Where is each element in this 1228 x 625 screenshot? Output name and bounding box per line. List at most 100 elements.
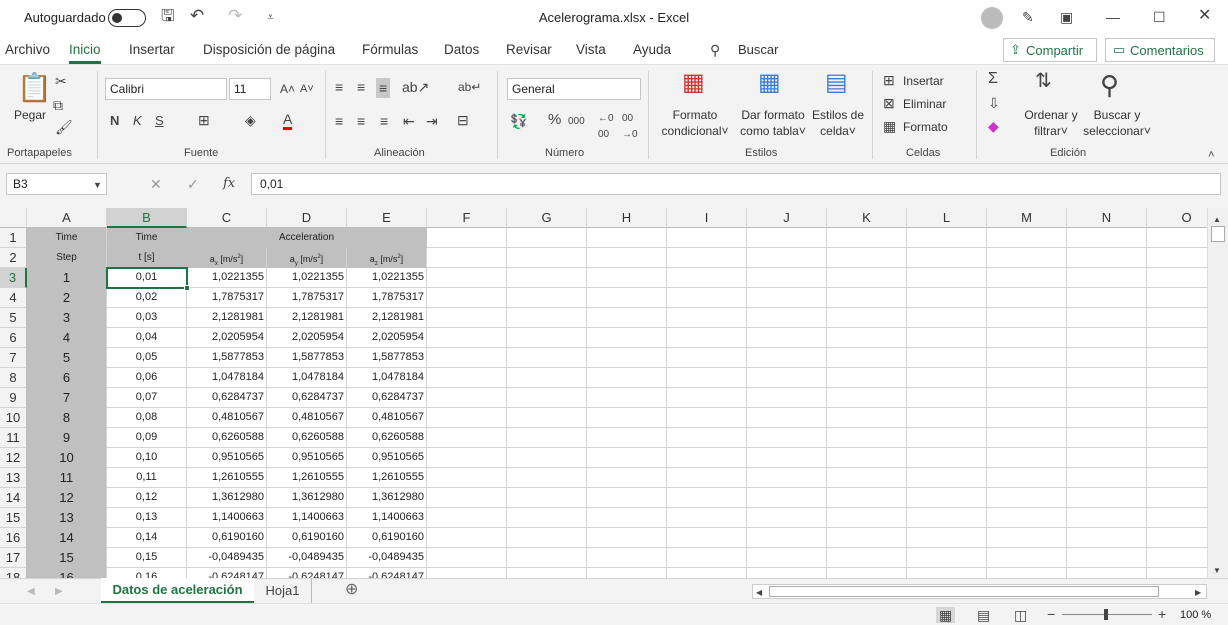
cell[interactable]: [907, 468, 987, 488]
cell[interactable]: [507, 308, 587, 328]
cell[interactable]: [587, 468, 667, 488]
cell[interactable]: [667, 428, 747, 448]
cell[interactable]: [987, 508, 1067, 528]
cell[interactable]: [1067, 508, 1147, 528]
time-cell[interactable]: 0,13: [107, 508, 187, 528]
vertical-scrollbar[interactable]: ▲ ▼: [1207, 208, 1228, 578]
column-header-d[interactable]: D: [267, 208, 347, 228]
column-header-a[interactable]: A: [27, 208, 107, 228]
acceleration-cell[interactable]: 1,3612980: [187, 488, 267, 508]
orientation-icon[interactable]: ab↗: [402, 79, 429, 95]
step-cell[interactable]: 2: [27, 288, 107, 308]
fill-handle[interactable]: [184, 285, 190, 291]
enter-icon[interactable]: ✓: [187, 176, 199, 192]
cell[interactable]: [1067, 368, 1147, 388]
wrap-text-icon[interactable]: ab↵: [458, 79, 481, 95]
cell[interactable]: [667, 528, 747, 548]
acceleration-cell[interactable]: 1,7875317: [347, 288, 427, 308]
header-cell-accel[interactable]: ax [m/s2]: [187, 248, 267, 268]
row-header-3[interactable]: 3: [0, 268, 27, 288]
format-cells-button[interactable]: Formato: [903, 119, 948, 135]
cell[interactable]: [987, 308, 1067, 328]
cell[interactable]: [587, 248, 667, 268]
format-as-table-button[interactable]: Dar formatocomo tabla˅: [735, 107, 811, 139]
time-cell[interactable]: 0,05: [107, 348, 187, 368]
acceleration-cell[interactable]: 1,5877853: [187, 348, 267, 368]
cell[interactable]: [427, 428, 507, 448]
cell[interactable]: [507, 528, 587, 548]
cell[interactable]: [827, 368, 907, 388]
step-cell[interactable]: 7: [27, 388, 107, 408]
time-cell[interactable]: 0,02: [107, 288, 187, 308]
scroll-left-icon[interactable]: ◀: [756, 585, 762, 601]
cell[interactable]: [827, 388, 907, 408]
cell[interactable]: [427, 508, 507, 528]
column-header-f[interactable]: F: [427, 208, 507, 228]
cell[interactable]: [827, 408, 907, 428]
cell[interactable]: [907, 308, 987, 328]
acceleration-cell[interactable]: 1,5877853: [347, 348, 427, 368]
cell[interactable]: [827, 328, 907, 348]
cell[interactable]: [987, 248, 1067, 268]
acceleration-cell[interactable]: 0,9510565: [267, 448, 347, 468]
cell[interactable]: [907, 288, 987, 308]
cell[interactable]: [827, 308, 907, 328]
acceleration-cell[interactable]: 0,6284737: [347, 388, 427, 408]
spreadsheet-grid[interactable]: ABCDEFGHIJKLMNO1234567891011121314151617…: [0, 208, 1207, 578]
page-break-icon[interactable]: ◫: [1014, 607, 1027, 623]
cell[interactable]: [827, 508, 907, 528]
header-cell-a1[interactable]: Time: [27, 228, 107, 248]
column-header-m[interactable]: M: [987, 208, 1067, 228]
cell[interactable]: [747, 268, 827, 288]
cell[interactable]: [747, 248, 827, 268]
row-header-10[interactable]: 10: [0, 408, 27, 428]
cell[interactable]: [1147, 268, 1207, 288]
cell[interactable]: [1147, 428, 1207, 448]
formula-input[interactable]: 0,01: [251, 173, 1221, 195]
cell[interactable]: [507, 488, 587, 508]
paste-label[interactable]: Pegar: [14, 107, 46, 123]
grow-font-icon[interactable]: A˄: [280, 81, 295, 97]
number-format-select[interactable]: General: [507, 78, 641, 100]
font-color-icon[interactable]: A: [283, 111, 292, 130]
acceleration-cell[interactable]: 1,0221355: [187, 268, 267, 288]
cell[interactable]: [1067, 228, 1147, 248]
cell[interactable]: [827, 528, 907, 548]
cell[interactable]: [587, 268, 667, 288]
cell[interactable]: [1147, 408, 1207, 428]
decrease-decimal-icon[interactable]: 00→0: [622, 111, 638, 143]
page-layout-icon[interactable]: ▤: [977, 607, 990, 623]
acceleration-cell[interactable]: 0,6190160: [187, 528, 267, 548]
cell[interactable]: [907, 248, 987, 268]
cell[interactable]: [507, 448, 587, 468]
find-select-button[interactable]: Buscar yseleccionar˅: [1080, 107, 1154, 139]
cell[interactable]: [587, 528, 667, 548]
cell[interactable]: [747, 328, 827, 348]
time-cell[interactable]: 0,15: [107, 548, 187, 568]
acceleration-cell[interactable]: -0,6248147: [187, 568, 267, 578]
scroll-down-icon[interactable]: ▼: [1213, 563, 1221, 579]
cell[interactable]: [667, 468, 747, 488]
cell[interactable]: [827, 248, 907, 268]
cell[interactable]: [1067, 428, 1147, 448]
search-box[interactable]: Buscar: [738, 42, 778, 57]
cell[interactable]: [827, 548, 907, 568]
acceleration-cell[interactable]: 0,9510565: [187, 448, 267, 468]
cell[interactable]: [1147, 528, 1207, 548]
cell[interactable]: [1067, 308, 1147, 328]
cell[interactable]: [427, 308, 507, 328]
zoom-out-icon[interactable]: −: [1047, 606, 1055, 622]
acceleration-cell[interactable]: 2,1281981: [267, 308, 347, 328]
column-header-l[interactable]: L: [907, 208, 987, 228]
acceleration-cell[interactable]: -0,6248147: [267, 568, 347, 578]
acceleration-cell[interactable]: 0,4810567: [267, 408, 347, 428]
align-left-icon[interactable]: ≡: [335, 113, 343, 129]
acceleration-cell[interactable]: 0,6284737: [187, 388, 267, 408]
fill-icon[interactable]: ⇩: [988, 95, 1000, 111]
cell[interactable]: [1067, 248, 1147, 268]
acceleration-cell[interactable]: 0,6260588: [267, 428, 347, 448]
hscroll-thumb[interactable]: [769, 586, 1159, 597]
row-header-9[interactable]: 9: [0, 388, 27, 408]
select-all-corner[interactable]: [0, 208, 27, 228]
cut-icon[interactable]: ✂: [55, 73, 67, 89]
